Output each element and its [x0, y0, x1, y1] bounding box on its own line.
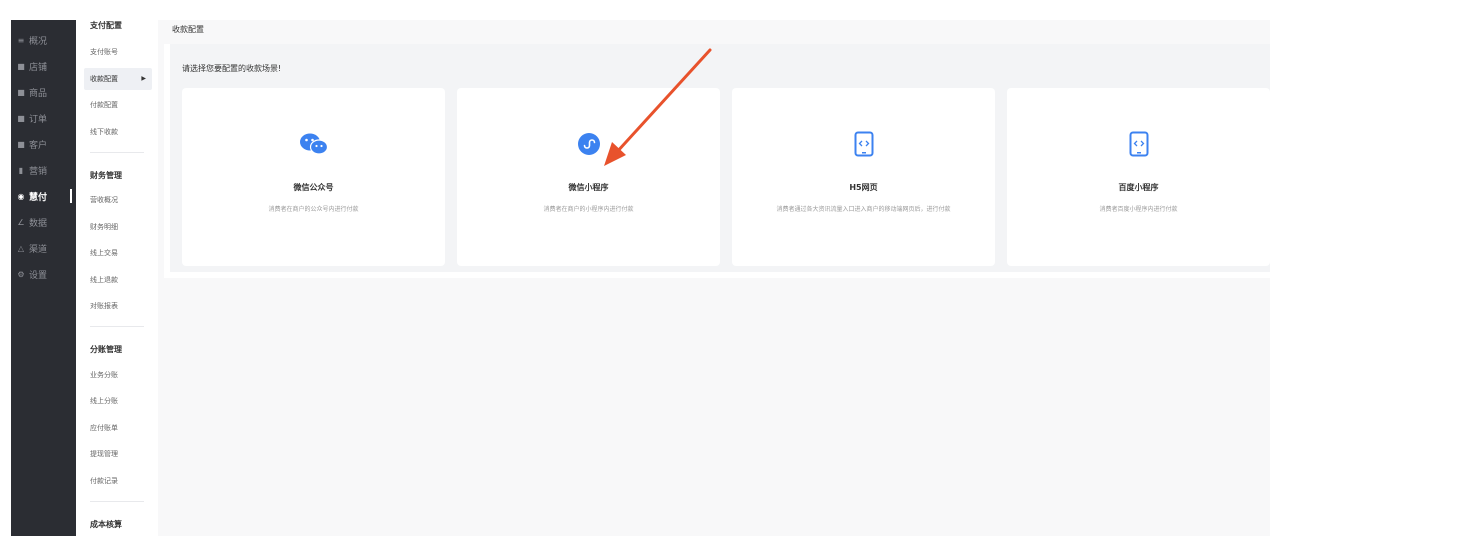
wechat-icon	[299, 133, 328, 155]
card-description: 消费者在商户的小程序内进行付款	[543, 206, 634, 213]
nav-item-label: 概况	[29, 36, 48, 47]
divider	[90, 501, 144, 502]
sub-item-pay-account[interactable]: 支付账号	[84, 41, 152, 63]
nav-item-orders[interactable]: ■ 订单	[11, 108, 76, 128]
group-title-payment-config: 支付配置	[90, 21, 122, 30]
nav-item-data[interactable]: ∠ 数据	[11, 212, 76, 232]
sub-item-payment-records[interactable]: 付款记录	[84, 470, 152, 492]
nav-item-goods[interactable]: ■ 商品	[11, 82, 76, 102]
sub-item-label: 收款配置	[90, 75, 118, 83]
card-title: 微信小程序	[568, 183, 609, 192]
group-title-finance: 财务管理	[90, 171, 122, 180]
sub-item-reconciliation-report[interactable]: 对账报表	[84, 295, 152, 317]
data-icon: ∠	[17, 217, 25, 227]
nav-item-marketing[interactable]: ▮ 营销	[11, 160, 76, 180]
card-title: H5网页	[849, 183, 878, 192]
nav-item-overview[interactable]: ≡ 概况	[11, 30, 76, 50]
sub-item-collection-config[interactable]: 收款配置 ▶	[84, 68, 152, 90]
sub-item-online-transactions[interactable]: 线上交易	[84, 242, 152, 264]
scene-prompt: 请选择您要配置的收款场景!	[182, 64, 282, 73]
sub-item-online-refunds[interactable]: 线上退款	[84, 269, 152, 291]
nav-item-label: 商品	[29, 88, 48, 99]
primary-sidebar: ≡ 概况 ■ 店铺 ■ 商品 ■ 订单 ■ 客户 ▮ 营销 ◉ 慧付 ∠ 数据 …	[11, 20, 76, 536]
divider	[90, 152, 144, 153]
nav-item-settings[interactable]: ⚙ 设置	[11, 264, 76, 284]
page-title: 收款配置	[172, 25, 204, 34]
card-wechat-mini[interactable]: 微信小程序 消费者在商户的小程序内进行付款	[457, 88, 720, 266]
sub-item-payables[interactable]: 应付账单	[84, 417, 152, 439]
sub-item-finance-detail[interactable]: 财务明细	[84, 216, 152, 238]
nav-item-store[interactable]: ■ 店铺	[11, 56, 76, 76]
card-h5[interactable]: H5网页 消费者通过各大资讯流量入口进入商户的移动端网页后，进行付款	[732, 88, 995, 266]
h5-icon	[854, 131, 873, 157]
store-icon: ■	[17, 61, 25, 71]
baidu-mini-icon	[1129, 131, 1148, 157]
nav-item-label: 客户	[29, 140, 48, 151]
goods-icon: ■	[17, 87, 25, 97]
card-baidu-mini[interactable]: 百度小程序 消费者百度小程序内进行付款	[1007, 88, 1270, 266]
nav-item-label: 营销	[29, 166, 48, 177]
nav-item-label: 数据	[29, 218, 48, 229]
config-panel: 请选择您要配置的收款场景! 微信公众号 消费者在商户的公众号内进行付款 微信小程…	[164, 44, 1270, 278]
sub-item-online-split[interactable]: 线上分账	[84, 390, 152, 412]
main-content: 收款配置 请选择您要配置的收款场景! 微信公众号 消费者在商户的公众号内进行付款	[158, 20, 1270, 536]
card-description: 消费者百度小程序内进行付款	[1099, 206, 1178, 213]
marketing-icon: ▮	[18, 165, 24, 175]
channel-icon: △	[17, 243, 25, 253]
sub-item-withdrawals[interactable]: 提现管理	[84, 443, 152, 465]
card-description: 消费者在商户的公众号内进行付款	[268, 206, 359, 213]
nav-item-label: 慧付	[29, 192, 48, 203]
nav-item-channel[interactable]: △ 渠道	[11, 238, 76, 258]
scene-container: 请选择您要配置的收款场景! 微信公众号 消费者在商户的公众号内进行付款 微信小程…	[170, 44, 1270, 272]
card-title: 微信公众号	[293, 183, 334, 192]
caret-right-icon: ▶	[141, 75, 146, 82]
mini-program-icon	[577, 133, 600, 155]
order-icon: ■	[17, 113, 25, 123]
group-title-split: 分账管理	[90, 345, 122, 354]
sub-item-business-split[interactable]: 业务分账	[84, 364, 152, 386]
nav-item-label: 设置	[29, 270, 48, 281]
nav-item-label: 订单	[29, 114, 48, 125]
customer-icon: ■	[17, 139, 25, 149]
divider	[90, 326, 144, 327]
sub-item-revenue-overview[interactable]: 营收概况	[84, 189, 152, 211]
card-description: 消费者通过各大资讯流量入口进入商户的移动端网页后，进行付款	[776, 206, 951, 213]
card-wechat-official[interactable]: 微信公众号 消费者在商户的公众号内进行付款	[182, 88, 445, 266]
settings-icon: ⚙	[17, 269, 25, 279]
nav-item-pay[interactable]: ◉ 慧付	[11, 186, 76, 206]
pay-icon: ◉	[17, 191, 25, 201]
menu-icon: ≡	[17, 35, 25, 45]
nav-item-label: 店铺	[29, 62, 48, 73]
sub-item-payment-config[interactable]: 付款配置	[84, 94, 152, 116]
nav-item-customers[interactable]: ■ 客户	[11, 134, 76, 154]
sub-item-offline-collection[interactable]: 线下收款	[84, 121, 152, 143]
secondary-sidebar: 支付配置 支付账号 收款配置 ▶ 付款配置 线下收款 财务管理 营收概况 财务明…	[76, 20, 159, 536]
card-title: 百度小程序	[1118, 183, 1159, 192]
nav-item-label: 渠道	[29, 244, 48, 255]
group-title-cost: 成本核算	[90, 520, 122, 529]
